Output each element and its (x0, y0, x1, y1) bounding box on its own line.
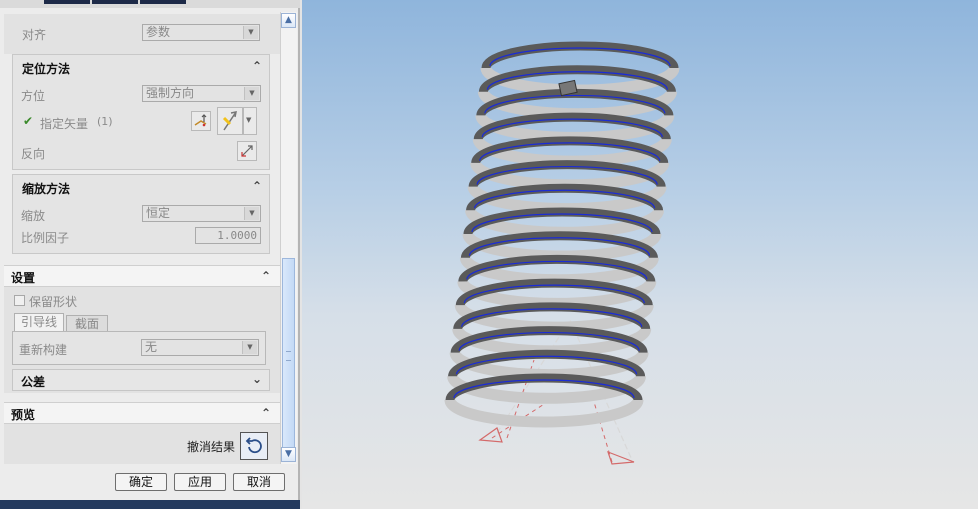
vector-type-button[interactable] (217, 107, 243, 135)
positioning-method-group: 定位方法 ⌃ 方位 强制方向 ▼ ✔ 指定矢量 (1) ▼ 反向 (12, 54, 270, 170)
undo-result-button[interactable] (240, 432, 268, 460)
csys-cone (607, 450, 635, 465)
scrollbar-thumb[interactable] (282, 258, 295, 452)
scaling-method-group: 缩放方法 ⌃ 缩放 恒定 ▼ 比例因子 1.0000 (12, 174, 270, 254)
chevron-down-icon: ▼ (242, 341, 257, 354)
scale-label: 缩放 (21, 209, 46, 223)
collapse-icon[interactable]: ⌃ (258, 269, 274, 283)
scroll-down-icon[interactable]: ▼ (281, 447, 296, 462)
check-icon: ✔ (23, 114, 34, 128)
alignment-group: 对齐 参数 ▼ (4, 14, 280, 54)
vector-dialog-icon (194, 114, 207, 127)
cancel-button[interactable]: 取消 (233, 473, 285, 491)
orientation-select-value: 强制方向 (146, 86, 195, 100)
scale-select-value: 恒定 (146, 206, 171, 220)
settings-header[interactable]: 设置 ⌃ (4, 265, 280, 287)
apply-button[interactable]: 应用 (174, 473, 226, 491)
chevron-down-icon: ▼ (244, 207, 259, 220)
tab-guide-line[interactable]: 引导线 (14, 313, 64, 332)
undo-result-label: 撤消结果 (187, 440, 236, 454)
title-tab-fragment (140, 0, 186, 4)
title-tab-fragment (44, 0, 90, 4)
preserve-shape-checkbox[interactable] (14, 295, 25, 306)
graphics-viewport[interactable] (302, 0, 978, 509)
collapse-icon[interactable]: ⌃ (249, 59, 265, 73)
chevron-down-icon: ▼ (243, 26, 258, 39)
specify-vector-label: 指定矢量 (40, 117, 89, 131)
align-label: 对齐 (22, 28, 47, 42)
thumb-grip (286, 351, 291, 361)
top-strip (0, 0, 300, 8)
vector-type-icon (222, 111, 237, 131)
collapse-icon[interactable]: ⌃ (258, 406, 274, 420)
collapse-icon[interactable]: ⌃ (249, 179, 265, 193)
positioning-method-title: 定位方法 (22, 62, 71, 76)
spring-model[interactable] (302, 0, 978, 509)
vector-count: (1) (97, 115, 113, 128)
vector-type-dropdown[interactable]: ▼ (243, 107, 257, 135)
ok-button[interactable]: 确定 (115, 473, 167, 491)
scale-select[interactable]: 恒定 ▼ (142, 205, 261, 222)
scale-factor-label: 比例因子 (21, 231, 70, 245)
rebuild-label: 重新构建 (19, 343, 68, 357)
tab-panel: 重新构建 无 ▼ (12, 331, 266, 365)
panel-scrollbar[interactable]: ▲ ▼ (280, 12, 297, 464)
rebuild-select[interactable]: 无 ▼ (141, 339, 259, 356)
orientation-select[interactable]: 强制方向 ▼ (142, 85, 261, 102)
reverse-direction-icon (241, 145, 253, 157)
settings-body: 保留形状 引导线 截面 重新构建 无 ▼ 公差 ⌄ (4, 287, 280, 393)
chevron-down-icon: ▼ (244, 87, 259, 100)
vector-dialog-button[interactable] (191, 111, 211, 131)
align-select-value: 参数 (146, 25, 171, 39)
sweep-dialog-panel: 对齐 参数 ▼ 定位方法 ⌃ 方位 强制方向 ▼ ✔ 指定矢量 (1) ▼ 反向 (0, 0, 300, 509)
scroll-up-icon[interactable]: ▲ (281, 13, 296, 28)
rebuild-select-value: 无 (145, 340, 158, 354)
preview-header[interactable]: 预览 ⌃ (4, 402, 280, 424)
title-tab-fragment (92, 0, 138, 4)
preview-title: 预览 (11, 408, 36, 422)
preserve-shape-label: 保留形状 (29, 295, 78, 309)
reverse-direction-button[interactable] (237, 141, 257, 161)
tolerance-header[interactable]: 公差 ⌄ (12, 369, 270, 391)
settings-title: 设置 (11, 271, 36, 285)
expand-icon[interactable]: ⌄ (249, 372, 265, 386)
undo-icon (245, 437, 262, 454)
taskbar-strip (0, 500, 300, 509)
chevron-down-icon: ▼ (246, 116, 252, 124)
reverse-label: 反向 (21, 147, 46, 161)
coil-end-face (558, 79, 578, 97)
orientation-label: 方位 (21, 89, 46, 103)
align-select[interactable]: 参数 ▼ (142, 24, 260, 41)
preview-body: 撤消结果 (4, 424, 280, 464)
tolerance-title: 公差 (21, 375, 46, 389)
scale-factor-input[interactable]: 1.0000 (195, 227, 261, 244)
scaling-method-title: 缩放方法 (22, 182, 71, 196)
